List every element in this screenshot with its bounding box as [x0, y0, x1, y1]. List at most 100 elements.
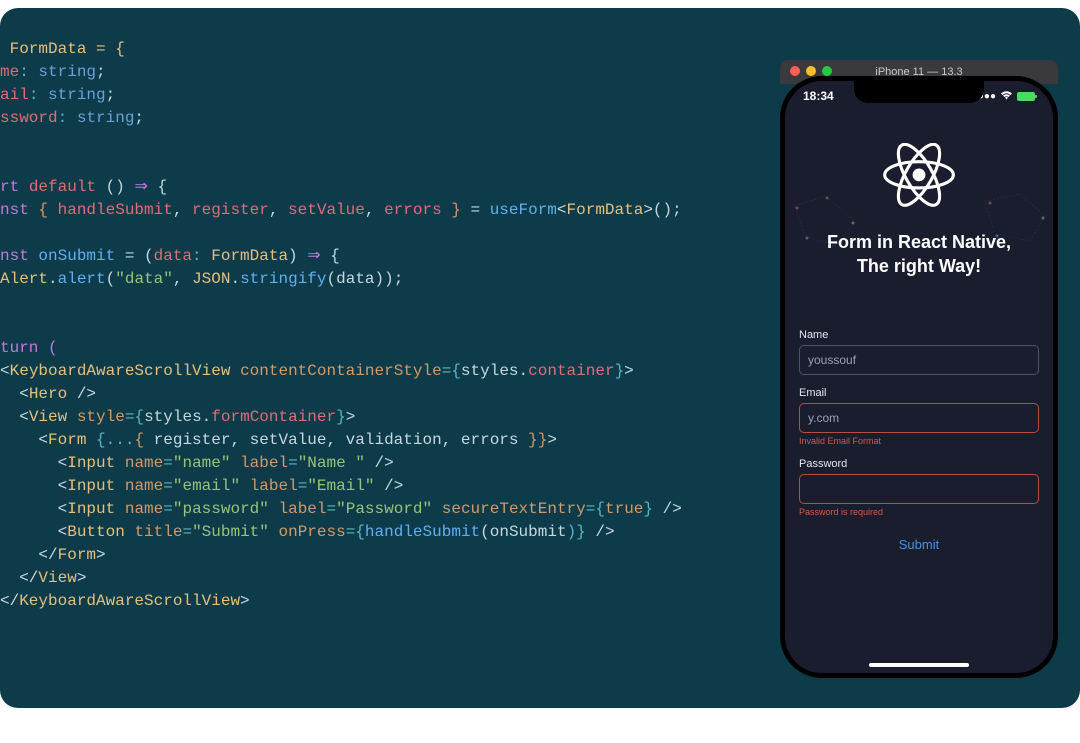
code-token: (: [327, 270, 337, 288]
close-icon[interactable]: [790, 66, 800, 76]
code-token: FormData: [567, 201, 644, 219]
code-token: errors: [461, 431, 519, 449]
code-token: "Password": [336, 500, 432, 518]
code-token: =: [298, 477, 308, 495]
code-token: contentContainerStyle: [240, 362, 442, 380]
code-token: ,: [442, 431, 461, 449]
code-token: ,: [365, 201, 384, 219]
code-token: nst: [0, 247, 38, 265]
code-token: true: [605, 500, 643, 518]
code-token: <: [0, 408, 29, 426]
code-token: =: [288, 454, 298, 472]
code-token: [230, 454, 240, 472]
code-token: {: [86, 431, 105, 449]
password-field-group: Password Password is required: [799, 458, 1039, 517]
code-token: =: [163, 477, 173, 495]
code-token: styles: [461, 362, 519, 380]
code-token: <: [0, 477, 67, 495]
code-token: name: [125, 500, 163, 518]
code-token: secureTextEntry: [442, 500, 586, 518]
code-token: = (: [115, 247, 153, 265]
code-token: }: [643, 500, 653, 518]
code-token: styles: [144, 408, 202, 426]
email-input[interactable]: [799, 403, 1039, 433]
code-token: data: [336, 270, 374, 288]
home-indicator[interactable]: [869, 663, 969, 667]
code-token: stringify: [240, 270, 326, 288]
code-token: (): [96, 178, 134, 196]
code-token: .: [202, 408, 212, 426]
code-token: [115, 500, 125, 518]
code-token: <: [557, 201, 567, 219]
code-token: [240, 477, 250, 495]
code-token: register: [154, 431, 231, 449]
code-token: "Name ": [298, 454, 365, 472]
code-token: ssword: [0, 109, 58, 127]
code-token: )}: [567, 523, 586, 541]
code-token: <: [0, 362, 10, 380]
code-token: name: [125, 477, 163, 495]
wifi-icon: [1000, 90, 1013, 103]
code-token: onPress: [278, 523, 345, 541]
password-label: Password: [799, 458, 1039, 470]
code-token: </: [0, 546, 58, 564]
code-token: <: [0, 454, 67, 472]
email-field-group: Email Invalid Email Format: [799, 387, 1039, 446]
code-token: >();: [643, 201, 681, 219]
hero-heading: Form in React Native, The right Way!: [805, 230, 1033, 279]
code-token: <: [0, 431, 48, 449]
code-token: rt: [0, 178, 29, 196]
code-token: />: [375, 477, 404, 495]
code-token: >: [240, 592, 250, 610]
password-error-text: Password is required: [799, 507, 1039, 517]
form: Name Email Invalid Email Format Password…: [785, 329, 1053, 560]
code-token: ;: [134, 109, 144, 127]
code-token: View: [29, 408, 67, 426]
password-input[interactable]: [799, 474, 1039, 504]
code-token: =: [327, 500, 337, 518]
code-token: string: [77, 109, 135, 127]
code-token: ,: [269, 201, 288, 219]
code-token: nst: [0, 201, 38, 219]
submit-button[interactable]: Submit: [799, 529, 1039, 560]
code-token: :: [192, 247, 211, 265]
phone-simulator: 18:34 ●●●: [780, 76, 1058, 678]
code-token: >: [346, 408, 356, 426]
code-token: ⇒: [307, 247, 320, 265]
code-token: }: [615, 362, 625, 380]
phone-notch: [854, 81, 984, 103]
code-token: FormData: [211, 247, 288, 265]
window-controls: [790, 66, 832, 76]
code-token: "Submit": [192, 523, 269, 541]
code-token: Input: [67, 477, 115, 495]
code-token: ...: [106, 431, 135, 449]
code-token: Input: [67, 500, 115, 518]
code-token: register: [192, 201, 269, 219]
code-token: label: [240, 454, 288, 472]
code-token: </: [0, 569, 38, 587]
code-token: alert: [58, 270, 106, 288]
code-token: =: [125, 408, 135, 426]
status-time: 18:34: [803, 89, 834, 103]
code-token: :: [58, 109, 77, 127]
code-token: {: [134, 431, 153, 449]
name-input[interactable]: [799, 345, 1039, 375]
code-token: useForm: [490, 201, 557, 219]
battery-icon: [1017, 92, 1035, 101]
code-token: [432, 500, 442, 518]
heading-line: Form in React Native,: [827, 232, 1011, 252]
code-token: =: [461, 201, 490, 219]
code-token: .: [48, 270, 58, 288]
code-token: {: [451, 362, 461, 380]
code-token: ⇒: [134, 178, 147, 196]
minimize-icon[interactable]: [806, 66, 816, 76]
code-token: JSON: [192, 270, 230, 288]
code-token: Hero: [29, 385, 67, 403]
maximize-icon[interactable]: [822, 66, 832, 76]
code-token: =: [163, 454, 173, 472]
code-token: ail: [0, 86, 29, 104]
code-token: [230, 362, 240, 380]
code-token: string: [38, 63, 96, 81]
code-token: onSubmit: [490, 523, 567, 541]
code-token: container: [528, 362, 614, 380]
